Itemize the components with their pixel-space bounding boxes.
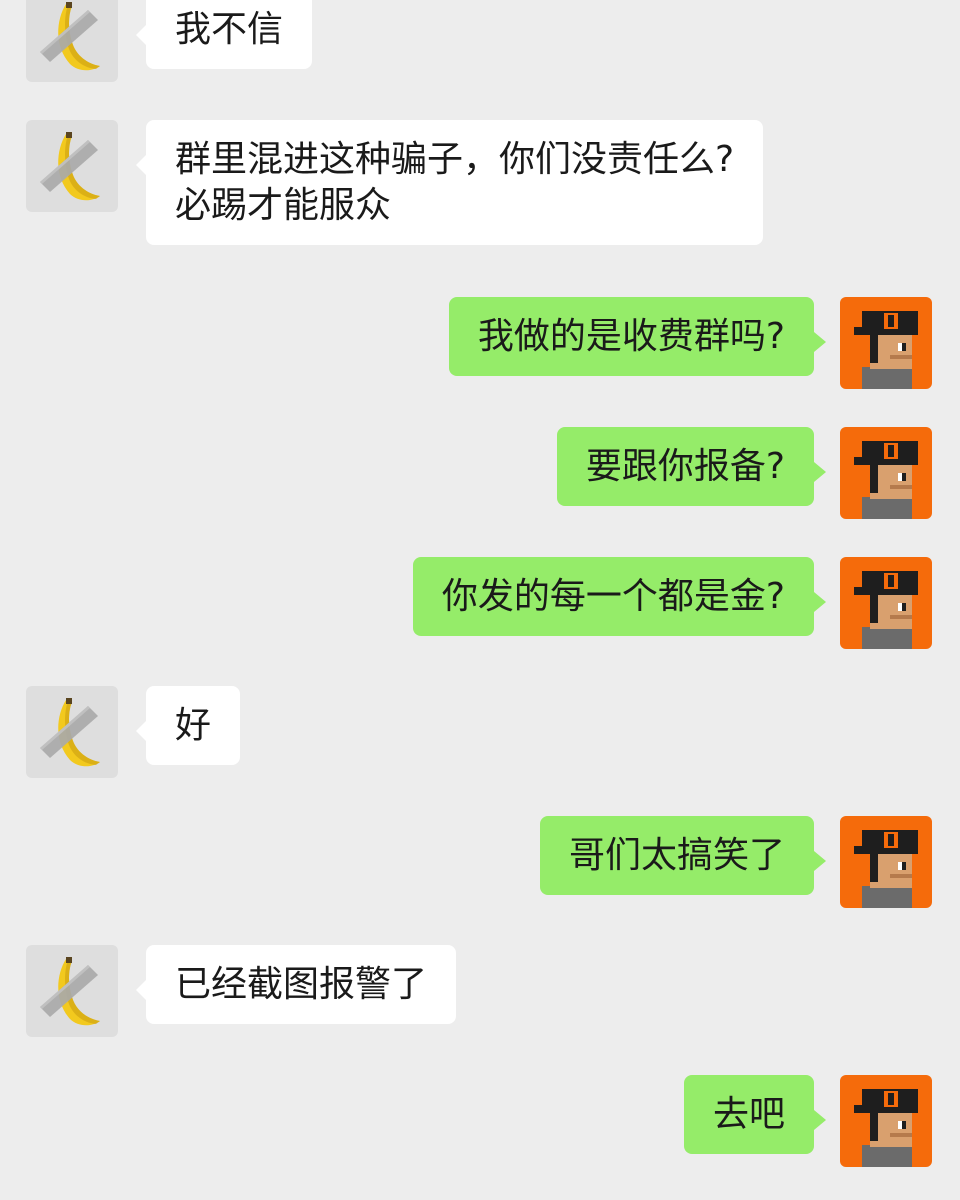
- bubble-tail: [814, 851, 826, 871]
- contact-avatar[interactable]: [26, 120, 118, 212]
- self-avatar[interactable]: [840, 816, 932, 908]
- message-text: 已经截图报警了: [175, 964, 428, 1005]
- bubble-tail: [136, 980, 146, 1000]
- message-bubble[interactable]: 你发的每一个都是金?: [412, 557, 826, 636]
- self-avatar[interactable]: [840, 1075, 932, 1167]
- pixel-character-icon: [840, 816, 932, 908]
- message-text: 你发的每一个都是金?: [441, 576, 785, 617]
- bubble-tail: [814, 1110, 826, 1130]
- self-avatar[interactable]: [840, 427, 932, 519]
- message-text: 好: [175, 705, 212, 746]
- self-avatar[interactable]: [840, 297, 932, 389]
- bubble-tail: [136, 721, 146, 741]
- message-bubble[interactable]: 群里混进这种骗子，你们没责任么? 必踢才能服众: [136, 120, 764, 245]
- message-text: 必踢才能服众: [175, 185, 392, 226]
- contact-avatar[interactable]: [26, 945, 118, 1037]
- message-bubble[interactable]: 去吧: [683, 1075, 826, 1154]
- contact-avatar[interactable]: [26, 0, 118, 82]
- bubble-tail: [814, 462, 826, 482]
- pixel-character-icon: [840, 557, 932, 649]
- pixel-character-icon: [840, 1075, 932, 1167]
- self-avatar[interactable]: [840, 557, 932, 649]
- banana-duct-tape-icon: [26, 686, 118, 778]
- message-text: 群里混进这种骗子，你们没责任么?: [175, 139, 735, 180]
- message-bubble[interactable]: 我做的是收费群吗?: [448, 297, 826, 376]
- bubble-tail: [136, 155, 146, 175]
- bubble-tail: [136, 25, 146, 45]
- chat-message-list[interactable]: 我不信 群里混进这种骗子，你们没责任么? 必踢才能服众 我做的是收费群吗? 要跟…: [0, 0, 960, 1200]
- pixel-character-icon: [840, 297, 932, 389]
- bubble-tail: [814, 332, 826, 352]
- message-text: 我不信: [175, 9, 284, 50]
- banana-duct-tape-icon: [26, 945, 118, 1037]
- message-text: 哥们太搞笑了: [568, 835, 785, 876]
- message-bubble[interactable]: 哥们太搞笑了: [539, 816, 826, 895]
- message-bubble[interactable]: 我不信: [136, 0, 313, 69]
- bubble-tail: [814, 592, 826, 612]
- message-bubble[interactable]: 已经截图报警了: [136, 945, 457, 1024]
- banana-duct-tape-icon: [26, 0, 118, 82]
- message-text: 去吧: [712, 1094, 785, 1135]
- pixel-character-icon: [840, 427, 932, 519]
- message-text: 要跟你报备?: [585, 446, 785, 487]
- message-bubble[interactable]: 要跟你报备?: [556, 427, 826, 506]
- contact-avatar[interactable]: [26, 686, 118, 778]
- banana-duct-tape-icon: [26, 120, 118, 212]
- message-text: 我做的是收费群吗?: [477, 316, 785, 357]
- message-bubble[interactable]: 好: [136, 686, 241, 765]
